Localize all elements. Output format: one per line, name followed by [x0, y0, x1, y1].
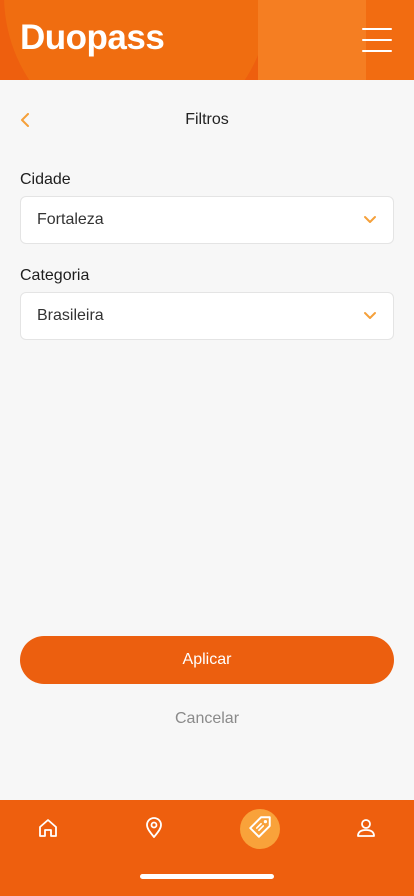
nav-locations[interactable]: [134, 812, 174, 848]
home-icon: [36, 816, 60, 845]
header-decor-shape: [258, 0, 368, 80]
home-indicator: [140, 874, 274, 879]
map-pin-icon: [142, 816, 166, 845]
nav-offers[interactable]: [240, 809, 280, 849]
chevron-down-icon: [363, 311, 377, 321]
chevron-down-icon: [363, 215, 377, 225]
page-title: Filtros: [185, 111, 229, 128]
city-select[interactable]: Fortaleza: [20, 196, 394, 244]
category-label: Categoria: [20, 267, 90, 284]
city-select-value: Fortaleza: [37, 211, 104, 228]
cancel-button[interactable]: Cancelar: [0, 709, 414, 729]
app-header: Duopass: [0, 0, 414, 80]
hamburger-menu-icon[interactable]: [362, 28, 392, 52]
nav-home[interactable]: [28, 812, 68, 848]
category-select-value: Brasileira: [37, 307, 104, 324]
user-icon: [354, 816, 378, 845]
bottom-nav: [0, 800, 414, 896]
tag-icon: [247, 814, 273, 845]
category-select[interactable]: Brasileira: [20, 292, 394, 340]
nav-profile[interactable]: [346, 812, 386, 848]
app-logo: Duopass: [20, 18, 165, 57]
city-label: Cidade: [20, 171, 71, 188]
apply-button[interactable]: Aplicar: [20, 636, 394, 684]
